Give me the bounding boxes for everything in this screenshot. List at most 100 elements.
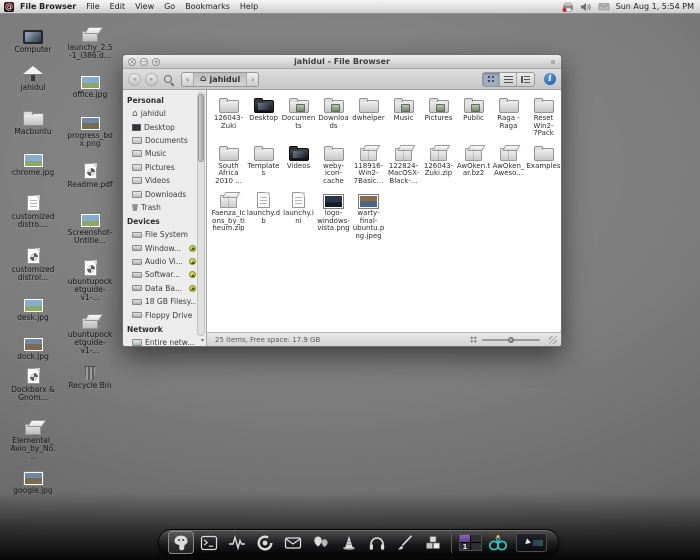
file-item[interactable]: launchy.ini [281, 190, 316, 240]
sidebar-item-18gb-filesystem[interactable]: 18 GB Filesy... [127, 295, 196, 308]
desktop-icon-screenshot[interactable]: Screenshot-Untitle... [67, 209, 113, 245]
sidebar-item-software-partition[interactable]: Softwar... [127, 268, 196, 281]
menu-edit[interactable]: Edit [110, 2, 126, 11]
zoom-slider[interactable] [482, 336, 540, 344]
resize-grip[interactable] [549, 335, 557, 344]
breadcrumb-right-arrow[interactable]: › [246, 72, 259, 86]
eject-icon[interactable] [189, 258, 196, 266]
sidebar-item-documents[interactable]: Documents [127, 134, 196, 147]
file-item[interactable]: launchy.db [246, 190, 281, 240]
file-item[interactable]: logo-windows-vista.png [316, 190, 351, 240]
breadcrumb-home-button[interactable]: jahidul [194, 72, 247, 86]
menu-file[interactable]: File [86, 2, 99, 11]
pager-grid[interactable]: 1 [458, 534, 482, 551]
eject-icon[interactable] [189, 244, 196, 252]
mail-icon[interactable] [280, 531, 306, 554]
menu-help[interactable]: Help [240, 2, 258, 11]
desktop-icon-office-jpg[interactable]: office.jpg [67, 71, 113, 99]
file-item[interactable]: South Africa 2010 ... [211, 143, 246, 186]
scrollbar-down-arrow[interactable]: ▾ [201, 337, 204, 344]
sidebar-item-data-partition[interactable]: Data Ba... [127, 282, 196, 295]
desktop-icon-dock-jpg[interactable]: dock.jpg [10, 333, 56, 361]
file-item[interactable]: 126043-Zuki.zip [421, 143, 456, 186]
eject-icon[interactable] [189, 284, 196, 292]
desktop-icon-computer[interactable]: Computer [10, 26, 56, 54]
file-item[interactable]: Raga - Raga [491, 95, 526, 138]
file-item[interactable]: Faenza_Icons_by_tiheum.zip [211, 190, 246, 240]
desktop-icon-desk-jpg[interactable]: desk.jpg [10, 294, 56, 322]
sidebar-item-downloads[interactable]: Downloads [127, 187, 196, 200]
file-item[interactable]: Reset Win2-7Pack [526, 95, 561, 138]
window-titlebar[interactable]: jahidul - File Browser [123, 55, 561, 69]
desktop-icon-dockbarx-pdf[interactable]: Dockbarx & Gnom... [10, 366, 56, 402]
sidebar-item-audio-partition[interactable]: Audio Vi... [127, 255, 196, 268]
sidebar-scrollbar[interactable] [197, 92, 205, 336]
file-item[interactable]: warty-final-ubuntu.png.jpeg [351, 190, 386, 240]
file-item[interactable]: Public [456, 95, 491, 138]
headphones-icon[interactable] [364, 531, 390, 554]
eject-icon[interactable] [189, 271, 196, 279]
sidebar-item-window-partition[interactable]: Window... [127, 242, 196, 255]
file-item[interactable]: Music [386, 95, 421, 138]
zoom-slider-thumb[interactable] [508, 336, 514, 343]
desktop-icon-elemental-package[interactable]: Elemental_Avio_by_No... [10, 417, 56, 461]
sidebar-item-jahidul[interactable]: jahidul [127, 107, 196, 120]
sidebar-item-music[interactable]: Music [127, 147, 196, 160]
file-item[interactable]: AwOken.tar.bz2 [456, 143, 491, 186]
desktop-icon-customized-distro-doc[interactable]: customized distro.... [10, 193, 56, 229]
app-menu[interactable]: File Browser [20, 2, 76, 11]
volume-icon[interactable] [580, 2, 592, 12]
desktop-icon-ubuntupocketguide-package[interactable]: ubuntupocketguide-v1-... [67, 311, 113, 355]
sidebar-item-pictures[interactable]: Pictures [127, 161, 196, 174]
file-item[interactable]: Templates [246, 143, 281, 186]
icon-view-button[interactable] [483, 72, 500, 86]
file-item[interactable]: 126043-Zuki [211, 95, 246, 138]
desktop-icon-launchy-deb[interactable]: launchy_2.5-1_i386.d... [67, 24, 113, 60]
firefox-icon[interactable] [252, 531, 278, 554]
desktop-icon-customized-distro-pdf[interactable]: customized distrol... [10, 246, 56, 282]
file-item[interactable]: dwhelper [351, 95, 386, 138]
vlc-cone-icon[interactable] [336, 531, 362, 554]
scrollbar-thumb[interactable] [198, 94, 204, 162]
sidebar-item-floppy-drive[interactable]: Floppy Drive [127, 308, 196, 321]
sidebar-item-trash[interactable]: Trash [127, 201, 196, 214]
zoom-grid-icon[interactable] [470, 336, 477, 343]
packages-icon[interactable] [420, 531, 446, 554]
desktop-icon-recycle-bin[interactable]: Recycle Bin [67, 362, 113, 390]
sidebar-item-file-system[interactable]: File System [127, 228, 196, 241]
file-item[interactable]: weby-icon-cache [316, 143, 351, 186]
window-preview[interactable] [513, 531, 549, 554]
file-item[interactable]: Pictures [421, 95, 456, 138]
file-item[interactable]: AwOken_Aweso... [491, 143, 526, 186]
menu-view[interactable]: View [135, 2, 154, 11]
workspace-cell-active[interactable] [459, 535, 470, 542]
menu-bookmarks[interactable]: Bookmarks [185, 2, 230, 11]
mail-tray-icon[interactable] [598, 2, 610, 12]
desktop-icon-chrome-jpg[interactable]: chrome.jpg [10, 149, 56, 177]
back-button[interactable] [128, 72, 141, 86]
file-item[interactable]: Videos [281, 143, 316, 186]
desktop-icon-ubuntupocketguide-pdf[interactable]: ubuntupocketguide-v1-... [67, 258, 113, 302]
balloons-icon[interactable] [308, 531, 334, 554]
forward-button[interactable] [145, 72, 158, 86]
compact-view-button[interactable] [517, 72, 534, 86]
desktop-icon-google-jpg[interactable]: google.jpg [10, 467, 56, 495]
menu-go[interactable]: Go [164, 2, 175, 11]
file-item[interactable]: Examples [526, 143, 561, 186]
file-item[interactable]: Desktop [246, 95, 281, 138]
butterfly-icon[interactable] [485, 531, 511, 554]
distro-logo-icon[interactable]: @ [4, 1, 14, 12]
search-icon[interactable] [162, 73, 175, 86]
gimp-icon[interactable] [168, 531, 194, 554]
clock[interactable]: Sun Aug 1, 5:54 PM [616, 2, 694, 11]
sidebar-item-entire-network[interactable]: Entire netw... [127, 336, 196, 346]
file-item[interactable]: 118916-Win2-7Basic... [351, 143, 386, 186]
file-item[interactable]: 122824-MacOSX-Black-... [386, 143, 421, 186]
workspace-cell[interactable] [470, 543, 481, 550]
file-item[interactable]: Documents [281, 95, 316, 138]
sidebar-item-videos[interactable]: Videos [127, 174, 196, 187]
activity-monitor-icon[interactable] [224, 531, 250, 554]
terminal-icon[interactable] [196, 531, 222, 554]
desktop-icon-progress-box-png[interactable]: progress_box.png [67, 112, 113, 148]
info-button[interactable]: i [544, 73, 556, 85]
